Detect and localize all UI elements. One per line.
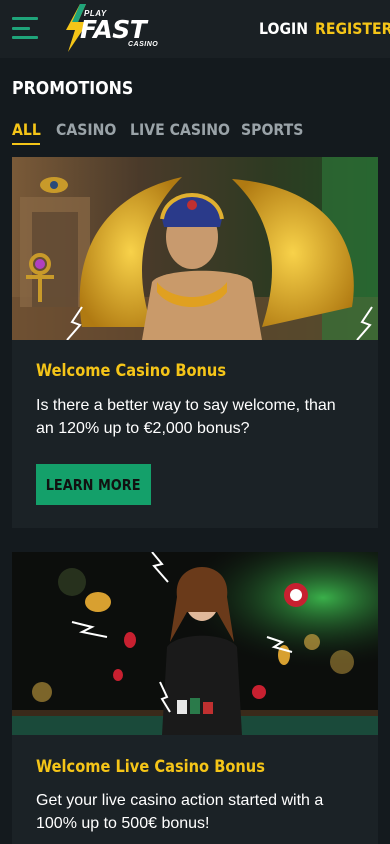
hamburger-line [12, 36, 38, 39]
tab-all[interactable]: ALL [12, 120, 41, 139]
promo-title: Welcome Live Casino Bonus [36, 757, 265, 777]
page-title: PROMOTIONS [12, 78, 134, 99]
promo-image-pharaoh[interactable] [12, 157, 378, 340]
register-link[interactable]: REGISTER [315, 19, 390, 38]
logo-casino-text: CASINO [128, 41, 159, 48]
hamburger-menu-icon[interactable] [12, 17, 38, 39]
promo-image-live-dealer[interactable] [12, 552, 378, 735]
site-logo[interactable]: PLAY FAST CASINO [62, 4, 170, 52]
promo-title: Welcome Casino Bonus [36, 361, 227, 381]
promo-description: Get your live casino action started with… [36, 792, 324, 832]
hamburger-line [12, 17, 38, 20]
promo-card-casino: Welcome Casino Bonus Is there a better w… [12, 157, 378, 528]
tab-sports[interactable]: SPORTS [241, 120, 303, 139]
learn-more-button[interactable]: LEARN MORE [36, 464, 151, 505]
login-link[interactable]: LOGIN [259, 19, 308, 38]
promo-card-live-casino: Welcome Live Casino Bonus Get your live … [12, 552, 378, 844]
promo-description: Is there a better way to say welcome, th… [36, 397, 336, 437]
hamburger-line [12, 26, 30, 30]
logo-fast-text: FAST [80, 15, 147, 44]
tab-live-casino[interactable]: LIVE CASINO [130, 120, 230, 139]
top-header: PLAY FAST CASINO LOGIN REGISTER [0, 0, 390, 58]
learn-more-label: LEARN MORE [46, 475, 141, 494]
active-tab-indicator [12, 143, 40, 145]
tab-casino[interactable]: CASINO [56, 120, 116, 139]
